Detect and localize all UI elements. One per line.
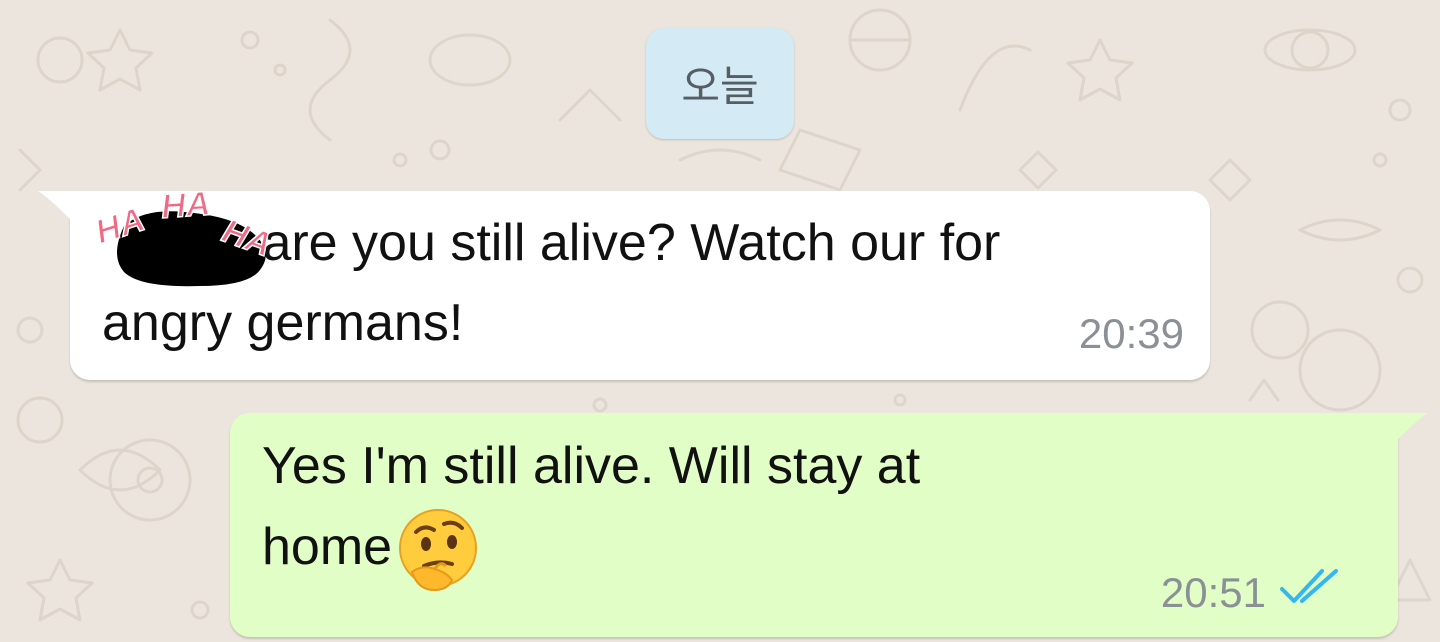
message-timestamp: 20:39 <box>1078 310 1184 357</box>
svg-text:HA: HA <box>160 185 212 226</box>
message-text: Yes I'm still alive. Will stay at home <box>262 426 920 594</box>
message-timestamp: 20:51 <box>1160 569 1266 616</box>
message-text-line2: angry germans! <box>102 294 464 352</box>
date-divider-label: 오늘 <box>681 62 759 111</box>
message-bubble-incoming[interactable]: HA HA HA are you still alive? Watch our … <box>38 184 1210 380</box>
date-divider-chip: 오늘 <box>646 28 794 139</box>
message-bubble-outgoing[interactable]: Yes I'm still alive. Will stay at home 2… <box>230 413 1428 637</box>
haha-sticker-icon: HA HA HA <box>90 184 277 287</box>
message-text-line1: are you still alive? Watch our for <box>248 214 1001 272</box>
haha-sticker-redaction: HA HA HA <box>90 184 277 287</box>
double-check-read-icon <box>1280 569 1338 603</box>
message-text-line2: home <box>262 518 393 576</box>
message-text-line1: Yes I'm still alive. Will stay at <box>262 437 921 495</box>
thinking-face-icon <box>399 509 478 592</box>
bubble-tail-icon <box>1394 413 1428 443</box>
message-text: HA HA HA are you still alive? Watch our … <box>90 184 1001 363</box>
